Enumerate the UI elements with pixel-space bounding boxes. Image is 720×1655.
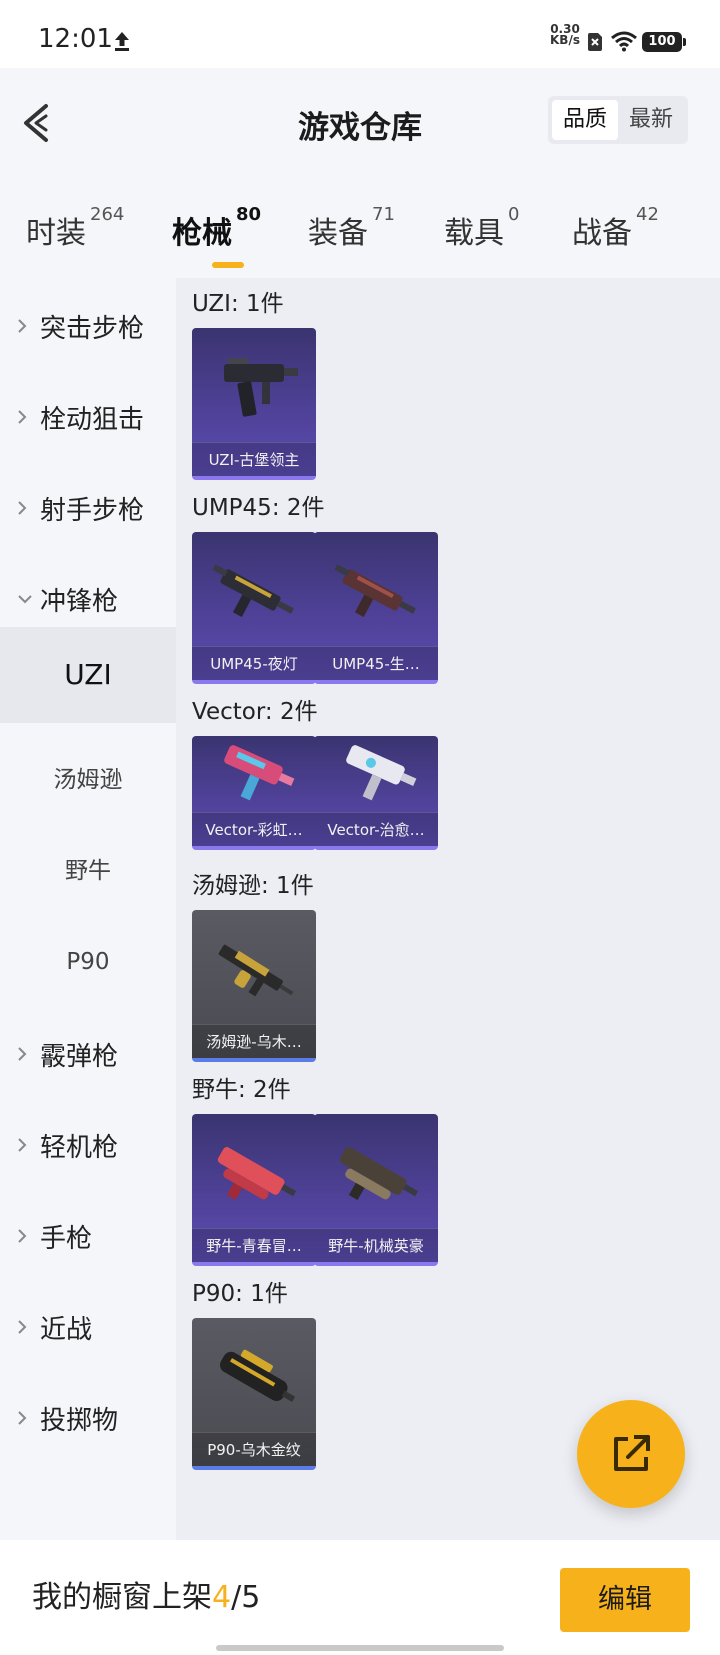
net-speed: 0.30 KB/s: [550, 22, 580, 47]
chevron-right-icon: [16, 499, 36, 517]
item-name: UMP45-夜灯: [192, 646, 316, 680]
bottom-bar: 我的橱窗上架4/5 编辑: [0, 1540, 720, 1655]
sim-off-icon: [588, 33, 602, 51]
sidebar-item-shotgun[interactable]: 霰弹枪: [0, 1006, 176, 1102]
upload-icon: [115, 32, 129, 51]
chevron-right-icon: [16, 1318, 36, 1336]
item-name: 汤姆逊-乌木…: [192, 1024, 316, 1058]
item-card[interactable]: UMP45-生…: [314, 532, 438, 684]
category-tabs: 时装264 枪械80 装备71 载具0 战备42: [0, 178, 720, 278]
tab-fashion[interactable]: 时装264: [26, 204, 124, 252]
active-tab-indicator: [212, 262, 244, 268]
tab-guns[interactable]: 枪械80: [172, 204, 261, 252]
wifi-icon: [611, 31, 637, 52]
item-name: UZI-古堡领主: [192, 442, 316, 476]
item-card[interactable]: 汤姆逊-乌木…: [192, 910, 316, 1062]
home-indicator[interactable]: [216, 1645, 504, 1651]
item-name: 野牛-机械英豪: [314, 1228, 438, 1262]
sort-quality-button[interactable]: 品质: [552, 100, 618, 140]
chevron-right-icon: [16, 317, 36, 335]
ump45-gun-icon: [334, 564, 416, 617]
sidebar-item-label: 手枪: [40, 1223, 93, 1254]
sort-toggle: 品质 最新: [548, 96, 688, 144]
sidebar-subitem-uzi[interactable]: UZI: [0, 627, 176, 723]
sidebar-item-label: 突击步枪: [40, 313, 145, 344]
sidebar-item-label: 霰弹枪: [40, 1041, 119, 1072]
vector-gun-icon: [224, 745, 295, 801]
item-name: Vector-彩虹…: [192, 812, 316, 846]
chevron-right-icon: [16, 1045, 36, 1063]
sidebar-item-throwable[interactable]: 投掷物: [0, 1370, 176, 1466]
item-name: Vector-治愈…: [314, 812, 438, 846]
bizon-gun-icon: [339, 1147, 419, 1200]
edit-button[interactable]: 编辑: [560, 1568, 690, 1632]
chevron-down-icon: [16, 593, 36, 605]
group-title: P90: 1件: [192, 1281, 288, 1307]
item-list[interactable]: UZI: 1件 UZI-古堡领主 UMP45: 2件 UMP45-夜灯 UMP4…: [176, 278, 720, 1540]
share-button[interactable]: [577, 1400, 685, 1508]
chevron-right-icon: [16, 1136, 36, 1154]
sidebar-item-label: 投掷物: [40, 1405, 119, 1436]
item-card[interactable]: 野牛-青春冒…: [192, 1114, 316, 1266]
item-card[interactable]: UMP45-夜灯: [192, 532, 316, 684]
chevron-right-icon: [16, 1409, 36, 1427]
sidebar-item-label: 冲锋枪: [40, 586, 119, 617]
sidebar-item-marksman-rifle[interactable]: 射手步枪: [0, 460, 176, 556]
group-title: 野牛: 2件: [192, 1077, 291, 1103]
bizon-gun-icon: [217, 1147, 297, 1200]
tab-vehicles[interactable]: 载具0: [444, 204, 519, 252]
tab-supplies[interactable]: 战备42: [572, 204, 659, 252]
item-card[interactable]: P90-乌木金纹: [192, 1318, 316, 1470]
battery-indicator: 100: [642, 32, 686, 52]
item-card[interactable]: Vector-治愈…: [314, 736, 438, 850]
item-name: 野牛-青春冒…: [192, 1228, 316, 1262]
header: 游戏仓库 品质 最新: [0, 68, 720, 178]
vector-gun-icon: [346, 745, 417, 801]
chevron-right-icon: [16, 1227, 36, 1245]
external-link-icon: [614, 1435, 650, 1471]
sidebar: 突击步枪 栓动狙击 射手步枪 冲锋枪 UZI 汤姆逊 野牛 P90 霰弹枪 轻机…: [0, 278, 176, 1540]
sidebar-item-label: 射手步枪: [40, 495, 145, 526]
sidebar-item-lmg[interactable]: 轻机枪: [0, 1097, 176, 1193]
item-card[interactable]: 野牛-机械英豪: [314, 1114, 438, 1266]
chevron-right-icon: [16, 408, 36, 426]
uzi-gun-icon: [224, 358, 298, 417]
group-title: UMP45: 2件: [192, 495, 325, 521]
sidebar-item-label: 轻机枪: [40, 1132, 119, 1163]
sidebar-item-label: 近战: [40, 1314, 93, 1345]
tab-equipment[interactable]: 装备71: [308, 204, 395, 252]
sidebar-item-assault-rifle[interactable]: 突击步枪: [0, 278, 176, 374]
thompson-gun-icon: [218, 944, 294, 997]
sidebar-subitem-bizon[interactable]: 野牛: [0, 823, 176, 919]
sidebar-item-melee[interactable]: 近战: [0, 1279, 176, 1375]
item-card[interactable]: Vector-彩虹…: [192, 736, 316, 850]
status-time: 12:01: [38, 24, 113, 54]
item-card[interactable]: UZI-古堡领主: [192, 328, 316, 480]
status-bar: 12:01 0.30 KB/s 100: [0, 0, 720, 68]
item-name: UMP45-生…: [314, 646, 438, 680]
p90-gun-icon: [220, 1349, 296, 1402]
sidebar-item-label: 栓动狙击: [40, 404, 145, 435]
sort-newest-button[interactable]: 最新: [618, 100, 684, 140]
ump45-gun-icon: [212, 564, 294, 617]
group-title: Vector: 2件: [192, 699, 318, 725]
sidebar-item-pistol[interactable]: 手枪: [0, 1188, 176, 1284]
sidebar-subitem-p90[interactable]: P90: [0, 914, 176, 1010]
item-name: P90-乌木金纹: [192, 1432, 316, 1466]
group-title: UZI: 1件: [192, 291, 284, 317]
group-title: 汤姆逊: 1件: [192, 873, 314, 899]
sidebar-item-bolt-sniper[interactable]: 栓动狙击: [0, 369, 176, 465]
shelf-status: 我的橱窗上架4/5: [32, 1580, 261, 1615]
sidebar-subitem-thompson[interactable]: 汤姆逊: [0, 732, 176, 828]
